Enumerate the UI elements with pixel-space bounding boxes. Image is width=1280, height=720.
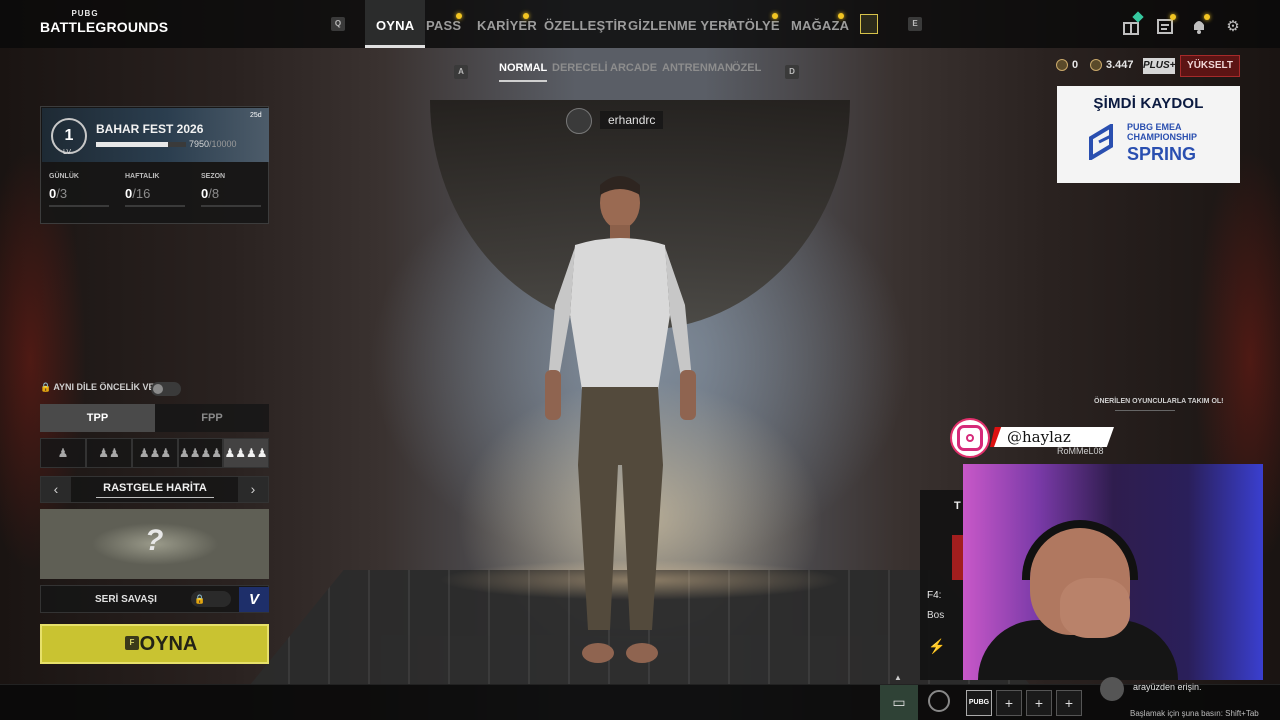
daily-stat: GÜNLÜK 0/3 [49,173,109,207]
event-progress-text: 7950/10000 [189,139,237,149]
nav-tab-store[interactable]: MAĞAZA [791,0,849,48]
event-level-label: LV [63,149,72,156]
play-button[interactable]: OYNA [40,624,269,664]
party-add-slot-2[interactable]: + [1026,690,1052,716]
squad-four-fill-button[interactable]: ♟♟♟♟ [223,438,269,468]
solo-squad-button[interactable]: ♟ [40,438,86,468]
game-logo: PUBG BATTLEGROUNDS [40,9,169,40]
championship-logo-icon [1089,124,1113,160]
mode-left-key: A [454,65,468,79]
map-name: RASTGELE HARİTA [96,482,214,498]
event-title: BAHAR FEST 2026 [96,122,204,136]
squad-four-button[interactable]: ♟♟♟♟ [178,438,223,468]
map-selector: ‹ RASTGELE HARİTA › [40,476,269,503]
player-name: erhandrc [600,111,664,129]
party-add-slot-3[interactable]: + [1056,690,1082,716]
bp-amount: 3.447 [1106,59,1134,71]
nav-tab-pass[interactable]: PASS [426,0,461,48]
ad-line-1: PUBG EMEA [1127,122,1182,132]
event-panel[interactable]: 1 LV BAHAR FEST 2026 7950/10000 25d GÜNL… [40,106,269,224]
nav-tab-customize[interactable]: ÖZELLEŞTİR [544,0,627,48]
event-progress-bar [96,142,186,147]
pass-notification-dot [456,13,462,19]
chat-arrow-icon: ▲ [894,673,902,682]
instagram-handle: @haylaz [1007,428,1071,446]
chat-icon[interactable]: ▭ [880,685,918,720]
bottom-bar [0,684,1280,720]
mode-tab-normal[interactable]: NORMAL [499,62,548,82]
workshop-notification-dot [772,13,778,19]
map-prev-arrow-icon[interactable]: ‹ [41,477,71,502]
mode-tab-custom[interactable]: ÖZEL [732,62,761,82]
recommended-player-name: RoMMeL08 [1057,446,1104,456]
gcoin-amount: 0 [1072,59,1079,71]
logo-title: BATTLEGROUNDS [40,19,169,35]
random-map-question-icon: ? [145,524,164,557]
gcoin-icon [1056,59,1068,71]
mode-tab-arcade[interactable]: ARCADE [610,62,657,82]
language-priority-toggle[interactable] [151,382,181,396]
voice-channel-icon[interactable] [928,690,950,712]
lightning-icon[interactable]: ⚡ [928,638,945,655]
series-battle-row: SERİ SAVAŞI 🔒 V [40,585,269,613]
bell-notification-dot [1204,14,1210,20]
nav-left-key: Q [331,17,345,31]
store-notification-dot [838,13,844,19]
plus-badge: PLUS+ [1143,58,1176,74]
duo-squad-button[interactable]: ♟♟ [86,438,132,468]
event-days-left: 25d [250,112,262,119]
steam-icon [1100,677,1124,701]
trio-squad-button[interactable]: ♟♟♟ [132,438,178,468]
team-panel-f4-partial: F4: [927,590,942,601]
event-pass-icon[interactable] [860,14,878,34]
mission-notification-dot [1170,14,1176,20]
recommend-divider [1115,410,1175,411]
mode-tab-ranked[interactable]: DERECELİ [552,62,608,82]
fpp-button[interactable]: FPP [155,404,269,432]
nav-tab-play[interactable]: OYNA [365,0,426,48]
ad-line-3: SPRING [1127,144,1197,164]
play-hotkey: F [125,636,139,650]
championship-ad-banner[interactable]: ŞİMDİ KAYDOL PUBG EMEA CHAMPIONSHIP SPRIN… [1057,86,1240,183]
season-stat: SEZON 0/8 [201,173,261,207]
career-notification-dot [523,13,529,19]
language-priority-label: 🔒 AYNI DİLE ÖNCELİK VER [40,382,162,392]
team-panel-title-partial: T [954,500,961,512]
party-slot-self[interactable]: PUBG [966,690,992,716]
series-battle-label: SERİ SAVAŞI [95,594,157,605]
weekly-stat: HAFTALIK 0/16 [125,173,185,207]
streamer-hand [1060,578,1130,638]
logo-small-text: PUBG [71,9,99,18]
series-badge[interactable]: V [239,587,269,612]
instagram-lens-icon [966,434,974,442]
nav-tab-workshop[interactable]: ATÖLYE [728,0,780,48]
mode-tab-training[interactable]: ANTRENMAN [662,62,733,82]
player-emblem-icon [566,108,592,134]
lock-icon: 🔒 [194,594,206,604]
tpp-button[interactable]: TPP [40,404,155,432]
ad-title: ŞİMDİ KAYDOL [1093,95,1204,112]
team-panel-bos-partial: Bos [927,610,945,621]
steam-overlay-text: arayüzden erişin. [1133,682,1202,692]
mode-right-key: D [785,65,799,79]
upgrade-button[interactable]: YÜKSELT [1180,55,1240,77]
player-character [545,176,696,663]
nav-tab-hideout[interactable]: GİZLENME YERİ [628,0,731,48]
play-button-label: OYNA [139,633,198,655]
party-add-slot-1[interactable]: + [996,690,1022,716]
nav-tab-career[interactable]: KARİYER [477,0,537,48]
steam-shortcut-text: Başlamak için şuna basın: Shift+Tab [1130,709,1259,718]
bp-coin-icon [1090,59,1102,71]
settings-gear-icon[interactable]: ⚙ [1223,17,1243,37]
nav-right-key: E [908,17,922,31]
ad-line-2: CHAMPIONSHIP [1127,132,1198,142]
map-next-arrow-icon[interactable]: › [238,477,268,502]
recommended-teammates-label: ÖNERİLEN OYUNCULARLA TAKIM OL! [1094,398,1224,405]
